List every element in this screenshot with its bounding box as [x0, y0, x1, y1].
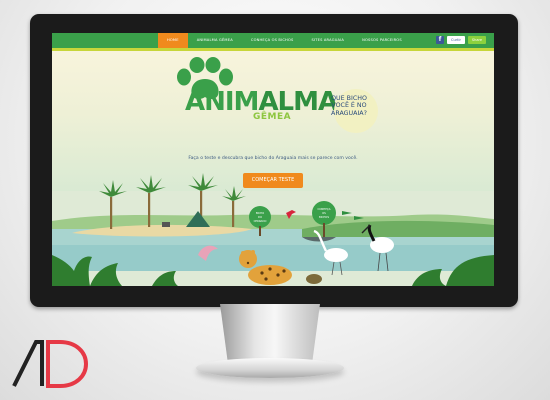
monitor-stand [220, 304, 320, 364]
sign-left-line-1: BICHO [256, 211, 264, 215]
sign-right-line-3: BICHOS [319, 215, 329, 219]
sign-right-line-2: OS [322, 211, 326, 215]
turtle [306, 274, 322, 284]
monitor-bezel: HOME ANIMALMA GÊMEA CONHEÇA OS BICHOS SI… [30, 14, 518, 307]
sign-left-line-3: CERRADO [254, 219, 267, 223]
website-screen: HOME ANIMALMA GÊMEA CONHEÇA OS BICHOS SI… [52, 33, 494, 286]
grill [162, 222, 170, 227]
sign-left-line-2: DO [258, 215, 262, 219]
ad-logo [12, 340, 89, 388]
araguaia-landscape: BICHO DO CERRADO CONHEÇA OS BICHOS [52, 173, 494, 286]
sign-right-line-1: CONHEÇA [318, 207, 331, 211]
monitor-base [196, 358, 344, 378]
